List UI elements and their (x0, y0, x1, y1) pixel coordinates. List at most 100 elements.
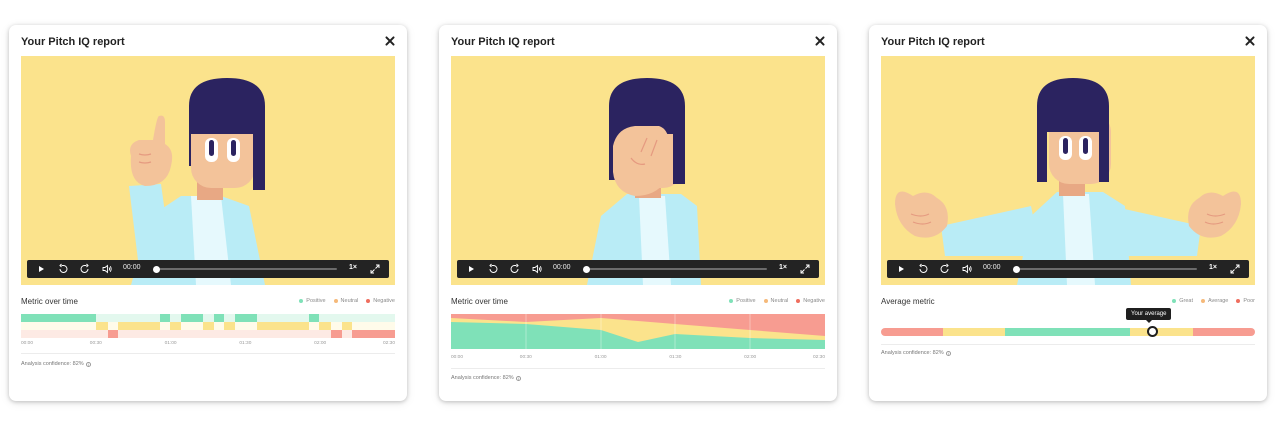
report-card: Your Pitch IQ report (9, 25, 407, 401)
playback-speed[interactable]: 1× (349, 264, 357, 271)
axis-tick: 02:30 (382, 341, 395, 346)
report-card: Your Pitch IQ report (869, 25, 1267, 401)
rewind-icon[interactable] (487, 263, 499, 275)
legend-positive: Positive (729, 298, 756, 304)
analysis-confidence: Analysis confidence: 82% i (21, 361, 92, 367)
fullscreen-icon[interactable] (1229, 263, 1241, 275)
section-title: Metric over time (451, 297, 508, 306)
section-title: Metric over time (21, 297, 78, 306)
video-player[interactable]: 00:00 1× (21, 56, 395, 285)
volume-icon[interactable] (961, 263, 973, 275)
forward-icon[interactable] (939, 263, 951, 275)
info-icon[interactable]: i (946, 351, 952, 356)
legend-poor: Poor (1236, 298, 1255, 304)
metric-timeline (21, 314, 395, 338)
playback-speed[interactable]: 1× (1209, 264, 1217, 271)
metric-area-chart (451, 314, 825, 349)
volume-icon[interactable] (101, 263, 113, 275)
legend-positive: Positive (299, 298, 326, 304)
section-title: Average metric (881, 297, 935, 306)
character-pointing-illustration (129, 78, 265, 285)
progress-knob[interactable] (583, 265, 590, 273)
axis-tick: 00:30 (519, 355, 532, 360)
segment-neutral (319, 322, 331, 330)
player-controls: 00:00 1× (27, 260, 389, 278)
info-icon[interactable]: i (516, 376, 522, 381)
bar-segment-poor (881, 328, 943, 336)
legend-neutral: Neutral (763, 298, 788, 304)
divider (21, 353, 395, 354)
segment-positive (309, 314, 319, 322)
segment-neutral (257, 322, 309, 330)
report-card: Your Pitch IQ report 00:00 1× Metric ove… (439, 25, 837, 401)
progress-track[interactable] (155, 268, 337, 270)
segment-negative (108, 330, 118, 338)
axis-tick: 00:30 (89, 341, 102, 346)
fullscreen-icon[interactable] (799, 263, 811, 275)
play-icon[interactable] (35, 263, 47, 275)
segment-positive (160, 314, 170, 322)
segment-negative (352, 330, 395, 338)
legend-neutral: Neutral (333, 298, 358, 304)
axis-tick: 01:00 (164, 341, 177, 346)
info-icon[interactable]: i (86, 362, 92, 367)
rewind-icon[interactable] (917, 263, 929, 275)
legend-average: Average (1200, 298, 1228, 304)
progress-knob[interactable] (153, 265, 160, 273)
segment-positive (181, 314, 203, 322)
segment-positive (214, 314, 224, 322)
progress-track[interactable] (585, 268, 767, 270)
segment-negative (331, 330, 342, 338)
close-icon[interactable] (384, 35, 396, 47)
axis-tick: 00:00 (451, 355, 464, 360)
legend-negative: Negative (366, 298, 395, 304)
playback-speed[interactable]: 1× (779, 264, 787, 271)
legend-negative: Negative (796, 298, 825, 304)
time-axis: 00:00 00:30 01:00 01:30 02:00 02:30 (21, 341, 395, 349)
legend-great: Great (1172, 298, 1193, 304)
character-open-arms-illustration (895, 78, 1241, 285)
rewind-icon[interactable] (57, 263, 69, 275)
current-time: 00:00 (983, 264, 1001, 271)
current-time: 00:00 (123, 264, 141, 271)
forward-icon[interactable] (509, 263, 521, 275)
segment-positive (235, 314, 257, 322)
segment-neutral (118, 322, 160, 330)
legend: Positive Neutral Negative (299, 298, 395, 304)
axis-tick: 02:00 (314, 341, 327, 346)
axis-tick: 02:00 (744, 355, 757, 360)
average-marker[interactable] (1147, 326, 1158, 337)
progress-knob[interactable] (1013, 265, 1020, 273)
card-title: Your Pitch IQ report (21, 36, 125, 48)
divider (881, 344, 1255, 345)
divider (451, 368, 825, 369)
segment-neutral (203, 322, 214, 330)
axis-tick: 01:30 (239, 341, 252, 346)
current-time: 00:00 (553, 264, 571, 271)
play-icon[interactable] (895, 263, 907, 275)
character-facepalm-illustration (587, 78, 701, 285)
segment-neutral (96, 322, 108, 330)
bar-segment-poor (1193, 328, 1255, 336)
volume-icon[interactable] (531, 263, 543, 275)
axis-tick: 01:30 (669, 355, 682, 360)
close-icon[interactable] (1244, 35, 1256, 47)
analysis-confidence: Analysis confidence: 82% i (451, 375, 522, 381)
legend: Great Average Poor (1172, 298, 1255, 304)
card-title: Your Pitch IQ report (881, 36, 985, 48)
axis-tick: 00:00 (21, 341, 34, 346)
forward-icon[interactable] (79, 263, 91, 275)
bar-segment-great (1005, 328, 1130, 336)
close-icon[interactable] (814, 35, 826, 47)
segment-neutral (342, 322, 352, 330)
progress-track[interactable] (1015, 268, 1197, 270)
average-metric-bar (881, 328, 1255, 336)
segment-positive (21, 314, 96, 322)
play-icon[interactable] (465, 263, 477, 275)
player-controls: 00:00 1× (457, 260, 819, 278)
legend: Positive Neutral Negative (729, 298, 825, 304)
video-player[interactable]: 00:00 1× (881, 56, 1255, 285)
video-player[interactable]: 00:00 1× (451, 56, 825, 285)
axis-tick: 01:00 (594, 355, 607, 360)
fullscreen-icon[interactable] (369, 263, 381, 275)
